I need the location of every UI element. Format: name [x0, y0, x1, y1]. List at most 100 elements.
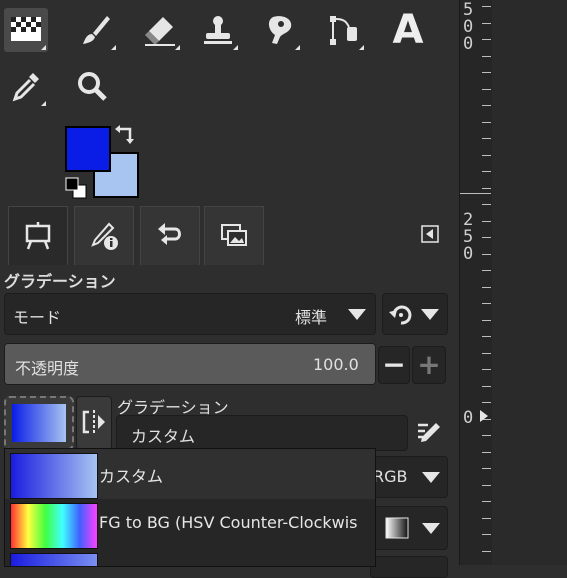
ruler-major-tick: [460, 193, 491, 194]
magnifier-icon: [78, 72, 107, 101]
ruler-tick: [482, 518, 491, 519]
ruler-tick: [482, 386, 491, 387]
ruler-tick: [482, 485, 491, 486]
text-tool[interactable]: A: [386, 8, 430, 52]
ruler-tick: [482, 237, 491, 238]
mode-label: モード: [13, 308, 62, 327]
tab-device-status[interactable]: [74, 206, 134, 265]
zoom-tool[interactable]: [70, 64, 114, 108]
color-space-select[interactable]: RGB: [370, 456, 448, 498]
stamp-icon: [204, 16, 232, 44]
ruler-tick: [482, 171, 491, 172]
opacity-slider[interactable]: 不透明度 100.0: [4, 343, 376, 385]
ruler-tick: [482, 6, 491, 7]
ruler-tick: [482, 468, 491, 469]
color-picker-tool[interactable]: [4, 64, 48, 108]
opacity-label: 不透明度: [15, 359, 80, 378]
undo-icon: [158, 223, 181, 245]
ruler-tick: [482, 501, 491, 502]
chevron-down-icon: [422, 472, 440, 483]
panel-title: グラデーション: [4, 272, 116, 291]
smudge-tool[interactable]: [258, 8, 302, 52]
gradient-item-label: カスタム: [99, 467, 164, 486]
repeat-select[interactable]: [370, 556, 448, 578]
ruler-tick: [482, 204, 491, 205]
reverse-icon: [82, 410, 105, 434]
ruler-tick: [482, 353, 491, 354]
smudge-icon: [268, 16, 292, 44]
chevron-down-icon: [348, 309, 366, 320]
gradient-name-value: カスタム: [131, 427, 196, 446]
ruler-tick: [482, 105, 491, 106]
vertical-ruler[interactable]: 5002500: [459, 0, 493, 565]
list-item[interactable]: [5, 549, 375, 566]
ruler-tick: [482, 551, 491, 552]
ruler-tick: [482, 188, 491, 189]
chevron-down-icon: [421, 309, 439, 320]
chevron-down-icon: [422, 523, 440, 534]
edit-gradient-icon[interactable]: [414, 419, 442, 447]
list-item[interactable]: FG to BG (HSV Counter-Clockwis: [5, 499, 375, 549]
ruler-tick: [482, 138, 491, 139]
ruler-tick: [482, 39, 491, 40]
gradient-preview-swatch: [12, 404, 66, 442]
ruler-tick: [482, 452, 491, 453]
clone-tool[interactable]: [196, 8, 240, 52]
ruler-pointer-icon: [480, 410, 488, 422]
canvas-area[interactable]: [492, 0, 567, 565]
tab-tool-options[interactable]: [8, 206, 68, 265]
ruler-tick: [482, 155, 491, 156]
ruler-tick: [482, 320, 491, 321]
list-item[interactable]: カスタム: [5, 449, 375, 499]
reset-mode-button[interactable]: [382, 293, 448, 335]
checkerboard-icon: [11, 17, 41, 41]
ruler-tick: [482, 402, 491, 403]
ruler-tick: [482, 221, 491, 222]
tab-images[interactable]: [204, 206, 264, 265]
ruler-tick: [482, 287, 491, 288]
reverse-gradient-button[interactable]: [76, 396, 112, 450]
ruler-tick: [482, 303, 491, 304]
foreground-color-swatch[interactable]: [65, 126, 111, 172]
easel-icon: [25, 222, 51, 250]
ruler-tick: [482, 270, 491, 271]
plus-icon: +: [417, 348, 441, 381]
mode-select[interactable]: モード 標準: [4, 293, 376, 335]
reset-icon: [389, 305, 412, 325]
gradient-swatch: [10, 453, 98, 499]
gradient-swatch: [10, 503, 98, 549]
paintbrush-icon: [83, 16, 110, 44]
path-icon: [330, 16, 357, 45]
ruler-tick: [482, 56, 491, 57]
configure-tab-icon[interactable]: [421, 225, 439, 243]
ruler-tick: [482, 72, 491, 73]
ruler-tick: [482, 122, 491, 123]
mode-value: 標準: [295, 308, 328, 327]
eyedropper-icon: [12, 73, 39, 102]
gradient-item-label: FG to BG (HSV Counter-Clockwis: [99, 513, 358, 532]
ruler-tick: [482, 369, 491, 370]
eraser-tool[interactable]: [138, 8, 182, 52]
pattern-fill-tool[interactable]: [4, 8, 48, 52]
minus-icon: −: [382, 348, 406, 381]
color-space-value: RGB: [373, 467, 408, 486]
ruler-tick: [482, 254, 491, 255]
paths-tool[interactable]: [322, 8, 366, 52]
ruler-tick: [482, 89, 491, 90]
gradient-shape-icon: [385, 517, 409, 539]
ruler-label-digit: 0: [463, 408, 474, 428]
opacity-increase-button[interactable]: +: [412, 346, 446, 384]
blend-shape-select[interactable]: [370, 506, 448, 550]
ruler-tick: [482, 534, 491, 535]
ruler-tick: [482, 435, 491, 436]
opacity-decrease-button[interactable]: −: [378, 346, 410, 384]
tab-undo-history[interactable]: [140, 206, 200, 265]
ruler-tick: [482, 23, 491, 24]
gradient-name-field[interactable]: カスタム: [116, 415, 408, 451]
paintbrush-tool[interactable]: [74, 8, 118, 52]
gradient-dropdown-list: カスタム FG to BG (HSV Counter-Clockwis: [4, 448, 376, 567]
gradient-preview-button[interactable]: [4, 396, 74, 450]
ruler-label-digit: 0: [463, 244, 474, 264]
swap-colors-icon[interactable]: [114, 125, 138, 149]
default-colors-icon[interactable]: [64, 176, 88, 200]
